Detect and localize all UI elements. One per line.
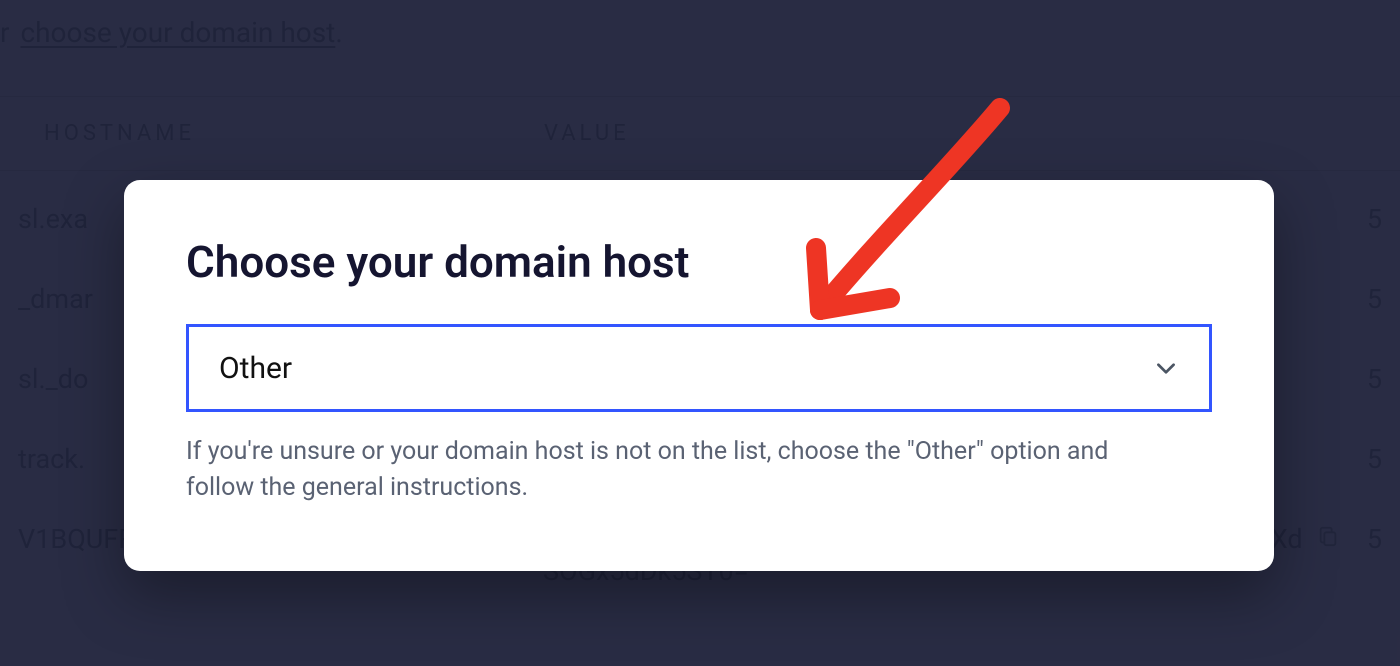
modal-title: Choose your domain host	[186, 236, 1212, 288]
domain-host-select[interactable]: Other	[186, 324, 1212, 412]
domain-host-select-value: Other	[219, 351, 292, 386]
chevron-down-icon	[1153, 355, 1179, 381]
modal-hint: If you're unsure or your domain host is …	[186, 434, 1166, 507]
choose-domain-host-modal: Choose your domain host Other If you're …	[124, 180, 1274, 571]
